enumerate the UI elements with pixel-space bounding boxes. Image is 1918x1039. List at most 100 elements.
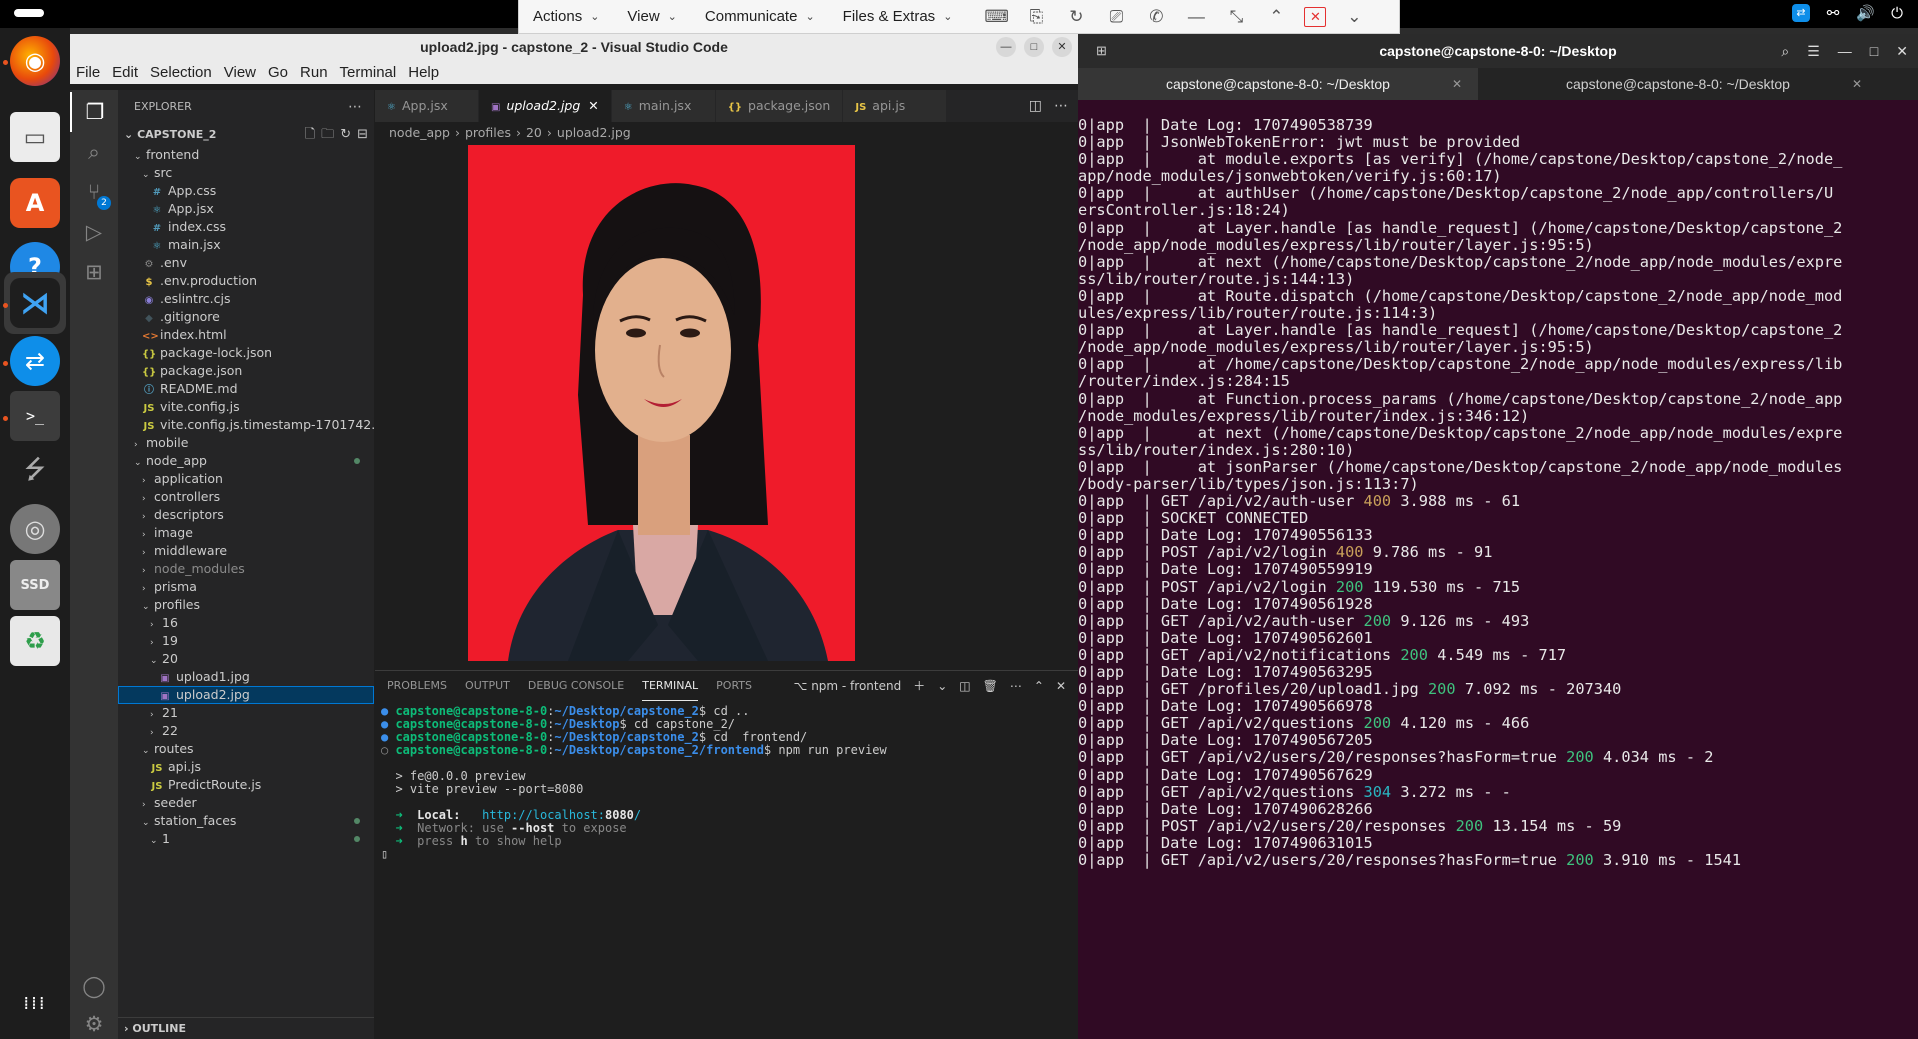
outline-section[interactable]: › OUTLINE — [118, 1017, 374, 1039]
tree-item[interactable]: {} package.json — [118, 362, 374, 380]
tree-item[interactable]: ⌄ src — [118, 164, 374, 182]
tree-item[interactable]: JS vite.config.js — [118, 398, 374, 416]
call-icon[interactable]: ✆ — [1144, 7, 1168, 27]
tv-menu-files-extras[interactable]: Files & Extras ⌄ — [829, 0, 967, 33]
split-terminal-icon[interactable]: ◫ — [959, 671, 970, 701]
run-debug-icon[interactable]: ▷ — [70, 212, 118, 252]
new-terminal-icon[interactable]: ＋ — [913, 671, 925, 701]
tree-item[interactable]: ◉ .eslintrc.cjs — [118, 290, 374, 308]
maximize-button[interactable]: □ — [1024, 37, 1044, 57]
tab-app-jsx[interactable]: ⚛ App.jsx — [375, 90, 479, 122]
panel-tab-terminal[interactable]: TERMINAL — [642, 671, 699, 701]
show-apps-icon[interactable]: ⁞⁞⁞ — [10, 978, 60, 1028]
menu-file[interactable]: File — [70, 64, 106, 81]
terminal-icon[interactable]: >_ — [10, 391, 60, 441]
tab-api-js[interactable]: JS api.js — [843, 90, 948, 122]
menu-help[interactable]: Help — [402, 64, 445, 81]
menu-run[interactable]: Run — [294, 64, 334, 81]
tree-item[interactable]: ⚙ .env — [118, 254, 374, 272]
tree-item[interactable]: ⌄ routes — [118, 740, 374, 758]
tree-item[interactable]: ⌄ frontend — [118, 146, 374, 164]
close-button[interactable]: ✕ — [1896, 34, 1908, 68]
tree-item[interactable]: › 22 — [118, 722, 374, 740]
menu-view[interactable]: View — [218, 64, 262, 81]
gear-icon[interactable]: ⚙ — [70, 1004, 118, 1039]
tree-item[interactable]: ⚛ main.jsx — [118, 236, 374, 254]
system-tray[interactable]: ⇄ ⚯ 🔊 ⏻ — [1792, 4, 1906, 22]
file-transfer-icon[interactable]: ⎘ — [1024, 7, 1048, 27]
tree-item[interactable]: ⌄ station_faces — [118, 812, 374, 830]
close-icon[interactable]: ✕ — [588, 98, 598, 113]
close-button[interactable]: ✕ — [1052, 37, 1072, 57]
more-actions-icon[interactable]: ⋯ — [348, 90, 362, 124]
new-tab-icon[interactable]: ⊞ — [1096, 34, 1107, 68]
project-root[interactable]: ⌄ CAPSTONE_2 🗋 🗀 ↻ ⊟ — [118, 124, 374, 146]
tree-item[interactable]: › 16 — [118, 614, 374, 632]
panel-tab-output[interactable]: OUTPUT — [465, 671, 510, 701]
activities-button[interactable] — [14, 9, 44, 17]
chevron-down-icon[interactable]: ⌄ — [937, 671, 947, 701]
tree-item[interactable]: ⌄ 1 — [118, 830, 374, 848]
tree-item[interactable]: JS vite.config.js.timestamp-1701742... — [118, 416, 374, 434]
new-folder-icon[interactable]: 🗀 — [321, 124, 334, 146]
teamviewer-tray-icon[interactable]: ⇄ — [1792, 4, 1810, 22]
tv-menu-actions[interactable]: Actions ⌄ — [519, 0, 613, 33]
tab-main-jsx[interactable]: ⚛ main.jsx — [611, 90, 716, 122]
terminal-output[interactable]: 0|app | Date Log: 1707490538739 0|app | J… — [1078, 116, 1918, 869]
minimize-button[interactable]: — — [996, 37, 1016, 57]
tree-item[interactable]: › 19 — [118, 632, 374, 650]
breadcrumb-segment[interactable]: profiles — [465, 125, 511, 140]
fullscreen-exit-icon[interactable]: ⤡ — [1224, 7, 1248, 27]
power-icon[interactable]: ⏻ — [1888, 4, 1906, 22]
tab-package-json[interactable]: {} package.json — [715, 90, 844, 122]
tree-item[interactable]: ⌄ profiles — [118, 596, 374, 614]
local-url-end[interactable]: / — [634, 808, 641, 822]
tree-item[interactable]: ▣ upload2.jpg — [118, 686, 374, 704]
search-icon[interactable]: ⌕ — [1781, 34, 1789, 68]
keyboard-icon[interactable]: ⌨ — [984, 7, 1009, 27]
menu-edit[interactable]: Edit — [106, 64, 144, 81]
tree-item[interactable]: ◆ .gitignore — [118, 308, 374, 326]
chevron-up-icon[interactable]: ⌃ — [1264, 7, 1288, 27]
tree-item[interactable]: › mobile — [118, 434, 374, 452]
chevron-down-icon[interactable]: ⌄ — [1342, 7, 1366, 27]
tv-menu-communicate[interactable]: Communicate ⌄ — [691, 0, 829, 33]
search-icon[interactable]: ⌕ — [70, 132, 118, 172]
vscode-icon[interactable]: ⋊ — [10, 278, 60, 328]
extensions-icon[interactable]: ⊞ — [70, 252, 118, 292]
tv-menu-view[interactable]: View ⌄ — [613, 0, 690, 33]
new-file-icon[interactable]: 🗋 — [305, 124, 315, 146]
files-icon[interactable]: ▭ — [10, 112, 60, 162]
breadcrumb-segment[interactable]: upload2.jpg — [557, 125, 631, 140]
minimize-icon[interactable]: — — [1184, 7, 1208, 27]
remote-update-icon[interactable]: ↻ — [1064, 7, 1088, 27]
panel-tab-ports[interactable]: PORTS — [716, 671, 752, 701]
terminal-tab-1[interactable]: capstone@capstone-8-0: ~/Desktop ✕ — [1078, 68, 1478, 100]
tree-item[interactable]: › image — [118, 524, 374, 542]
optical-drive-icon[interactable]: ◎ — [10, 504, 60, 554]
network-icon[interactable]: ⚯ — [1824, 4, 1842, 22]
refresh-icon[interactable]: ↻ — [340, 124, 351, 146]
account-icon[interactable]: ◯ — [70, 966, 118, 1006]
minimize-button[interactable]: — — [1838, 34, 1852, 68]
hamburger-menu-icon[interactable]: ☰ — [1807, 34, 1820, 68]
close-session-icon[interactable]: ✕ — [1304, 6, 1327, 27]
close-icon[interactable]: ✕ — [1452, 68, 1462, 100]
usb-drive-icon[interactable]: ⭍ — [10, 448, 60, 498]
terminal-tab-2[interactable]: capstone@capstone-8-0: ~/Desktop ✕ — [1478, 68, 1878, 100]
tab-upload2-jpg[interactable]: ▣ upload2.jpg ✕ — [479, 90, 612, 122]
trash-icon[interactable]: ♻ — [10, 616, 60, 666]
close-panel-icon[interactable]: ✕ — [1056, 671, 1066, 701]
terminal-selector[interactable]: ⌥ npm - frontend — [794, 671, 902, 701]
local-url-port[interactable]: 8080 — [605, 808, 634, 822]
more-actions-icon[interactable]: ⋯ — [1010, 671, 1022, 701]
volume-icon[interactable]: 🔊 — [1856, 4, 1875, 22]
tree-item[interactable]: # index.css — [118, 218, 374, 236]
explorer-icon[interactable]: ❐ — [70, 92, 118, 132]
ssd-drive-icon[interactable]: SSD — [10, 560, 60, 610]
menu-terminal[interactable]: Terminal — [334, 64, 403, 81]
tree-item[interactable]: $ .env.production — [118, 272, 374, 290]
tree-item[interactable]: ⓘ README.md — [118, 380, 374, 398]
local-url[interactable]: http://localhost: — [482, 808, 605, 822]
trash-icon[interactable]: 🗑 — [983, 671, 998, 701]
